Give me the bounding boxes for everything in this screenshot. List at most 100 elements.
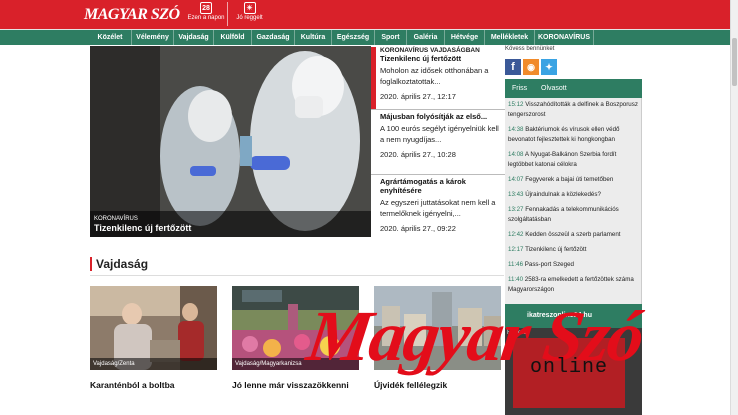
- news-text: Fennakadás a telekommunikációs szolgálta…: [508, 206, 619, 223]
- news-time: 12:42: [508, 231, 524, 238]
- news-time: 14:38: [508, 126, 524, 133]
- news-time: 11:46: [508, 261, 524, 268]
- news-time: 12:17: [508, 246, 524, 253]
- list-item[interactable]: 13:43 Újraindulnak a közlekedés?: [508, 190, 638, 200]
- ad-banner[interactable]: Hirdetés: [505, 328, 642, 415]
- on-this-day-label: Ezen a napon: [187, 15, 225, 21]
- news-time: 13:27: [508, 206, 524, 213]
- section-title[interactable]: Vajdaság: [90, 257, 148, 271]
- news-time: 11:40: [508, 276, 524, 283]
- news-text: A Nyugat-Balkánon Szerbia fordít legtöbb…: [508, 151, 617, 168]
- list-item[interactable]: 12:17 Tizenkilenc új fertőzött: [508, 245, 638, 255]
- list-item[interactable]: 11:40 2583-ra emelkedett a fertőzöttek s…: [508, 275, 638, 295]
- hero-article[interactable]: KORONAVÍRUS Tizenkilenc új fertőzött: [90, 46, 371, 237]
- list-item[interactable]: 14:07 Fegyverek a bajai úti temetőben: [508, 175, 638, 185]
- divider: [90, 275, 504, 276]
- site-logo[interactable]: MAGYAR SZÓ: [84, 6, 180, 24]
- card-label: Vajdaság/Magyarkanizsa: [232, 358, 359, 370]
- latest-news-list: 15:12 Visszahódították a delfinek a Bosz…: [505, 98, 642, 306]
- facebook-icon[interactable]: f: [505, 59, 521, 75]
- card-title[interactable]: Jó lenne már visszazökkenni: [232, 380, 359, 390]
- headline-title[interactable]: Májusban folyósítják az első...: [380, 112, 504, 121]
- list-item[interactable]: 14:38 Baktériumok és vírusok ellen védő …: [508, 125, 638, 145]
- calendar-icon: 28: [200, 2, 212, 14]
- hero-title[interactable]: Tizenkilenc új fertőzött: [94, 223, 367, 233]
- ad-image: [513, 338, 625, 408]
- good-morning-label: Jó reggelt: [236, 15, 263, 21]
- hero-photo: [90, 46, 371, 237]
- news-text: Baktériumok és vírusok ellen védő bevona…: [508, 126, 620, 143]
- news-time: 15:12: [508, 101, 524, 108]
- news-text: Visszahódították a delfinek a Boszporusz…: [508, 101, 638, 118]
- sun-icon: ☀: [243, 2, 256, 14]
- list-item[interactable]: 13:27 Fennakadás a telekommunikációs szo…: [508, 205, 638, 225]
- news-time: 14:07: [508, 176, 524, 183]
- nav-item-egeszseg[interactable]: Egészség: [331, 30, 374, 45]
- news-text: Pass-port Szeged: [524, 261, 574, 268]
- good-morning-button[interactable]: ☀ Jó reggelt: [227, 2, 271, 26]
- headline-date: 2020. április 27., 12:17: [380, 92, 456, 101]
- nav-item-hetvege[interactable]: Hétvége: [444, 30, 484, 45]
- card-image: Vajdaság/Zenta: [90, 286, 217, 370]
- list-item[interactable]: 11:46 Pass-port Szeged: [508, 260, 638, 270]
- headline-list: KORONAVÍRUS VAJDASÁGBAN Tizenkilenc új f…: [371, 46, 509, 237]
- nav-item-vajdasag[interactable]: Vajdaság: [173, 30, 213, 45]
- nav-item-gazdasag[interactable]: Gazdaság: [251, 30, 294, 45]
- tab-olvasott[interactable]: Olvasott: [541, 79, 567, 98]
- nav-item-mellekletek[interactable]: Mellékletek: [484, 30, 534, 45]
- top-header: MAGYAR SZÓ 28 Ezen a napon ☀ Jó reggelt: [0, 0, 730, 29]
- news-text: Tizenkilenc új fertőzött: [525, 246, 587, 253]
- rss-icon[interactable]: ◉: [523, 59, 539, 75]
- headline-lead: Moholon az idősek otthonában a foglalkoz…: [380, 66, 489, 86]
- card-image: [374, 286, 501, 370]
- nav-item-galeria[interactable]: Galéria: [406, 30, 444, 45]
- news-text: Fegyverek a bajai úti temetőben: [525, 176, 614, 183]
- news-time: 14:08: [508, 151, 524, 158]
- ad-label: Hirdetés: [507, 330, 530, 336]
- right-sidebar: Kövess bennünket f ◉ ✦ Friss Olvasott 15…: [505, 46, 642, 415]
- nav-item-koronavirus[interactable]: KORONAVÍRUS: [534, 30, 594, 45]
- nav-item-velemeny[interactable]: Vélemény: [131, 30, 173, 45]
- nav-item-sport[interactable]: Sport: [374, 30, 406, 45]
- hero-section-label: KORONAVÍRUS: [94, 216, 138, 222]
- hero-caption: KORONAVÍRUS Tizenkilenc új fertőzött: [90, 211, 371, 237]
- headline-item[interactable]: KORONAVÍRUS VAJDASÁGBAN Tizenkilenc új f…: [371, 47, 504, 109]
- article-card[interactable]: Újvidék fellélegzik: [374, 286, 501, 390]
- list-item[interactable]: 14:08 A Nyugat-Balkánon Szerbia fordít l…: [508, 150, 638, 170]
- page: MAGYAR SZÓ 28 Ezen a napon ☀ Jó reggelt …: [0, 0, 738, 415]
- divider: [371, 109, 509, 110]
- list-item[interactable]: 12:42 Kedden összeül a szerb parlament: [508, 230, 638, 240]
- twitter-icon[interactable]: ✦: [541, 59, 557, 75]
- nav-item-kulfold[interactable]: Külföld: [213, 30, 251, 45]
- news-text: Kedden összeül a szerb parlament: [525, 231, 621, 238]
- partner-link[interactable]: ikatreszonline24.hu: [505, 304, 642, 328]
- article-card[interactable]: Vajdaság/Zenta Karanténból a boltba: [90, 286, 217, 390]
- scrollbar-thumb[interactable]: [732, 38, 737, 86]
- nav-item-kultura[interactable]: Kultúra: [294, 30, 331, 45]
- card-title[interactable]: Karanténból a boltba: [90, 380, 217, 390]
- headline-lead: A 100 eurós segélyt igényelniük kell a n…: [380, 124, 499, 144]
- card-title[interactable]: Újvidék fellélegzik: [374, 380, 501, 390]
- follow-label: Kövess bennünket: [505, 46, 555, 52]
- nav-item-kozelet[interactable]: Közélet: [89, 30, 131, 45]
- headline-item[interactable]: Májusban folyósítják az első... A 100 eu…: [371, 109, 509, 174]
- article-card[interactable]: Vajdaság/Magyarkanizsa Jó lenne már viss…: [232, 286, 359, 390]
- card-image: Vajdaság/Magyarkanizsa: [232, 286, 359, 370]
- headline-title[interactable]: Agrártámogatás a károk enyhítésére: [380, 177, 504, 195]
- card-label: Vajdaság/Zenta: [90, 358, 217, 370]
- main-nav: Közélet Vélemény Vajdaság Külföld Gazdas…: [0, 29, 730, 45]
- news-text: Újraindulnak a közlekedés?: [525, 191, 601, 198]
- on-this-day-button[interactable]: 28 Ezen a napon: [184, 2, 228, 26]
- news-tabs: Friss Olvasott: [505, 79, 642, 98]
- card-photo: [374, 286, 501, 370]
- headline-item[interactable]: Agrártámogatás a károk enyhítésére Az eg…: [371, 174, 509, 235]
- tab-friss[interactable]: Friss: [512, 79, 527, 98]
- page-scrollbar[interactable]: [730, 0, 738, 415]
- headline-date: 2020. április 27., 10:28: [380, 150, 456, 159]
- news-text: 2583-ra emelkedett a fertőzöttek száma M…: [508, 276, 634, 293]
- headline-title[interactable]: Tizenkilenc új fertőzött: [380, 54, 504, 63]
- news-time: 13:43: [508, 191, 524, 198]
- headline-date: 2020. április 27., 09:22: [380, 224, 456, 233]
- headline-kicker: KORONAVÍRUS VAJDASÁGBAN: [380, 47, 480, 54]
- list-item[interactable]: 15:12 Visszahódították a delfinek a Bosz…: [508, 100, 638, 120]
